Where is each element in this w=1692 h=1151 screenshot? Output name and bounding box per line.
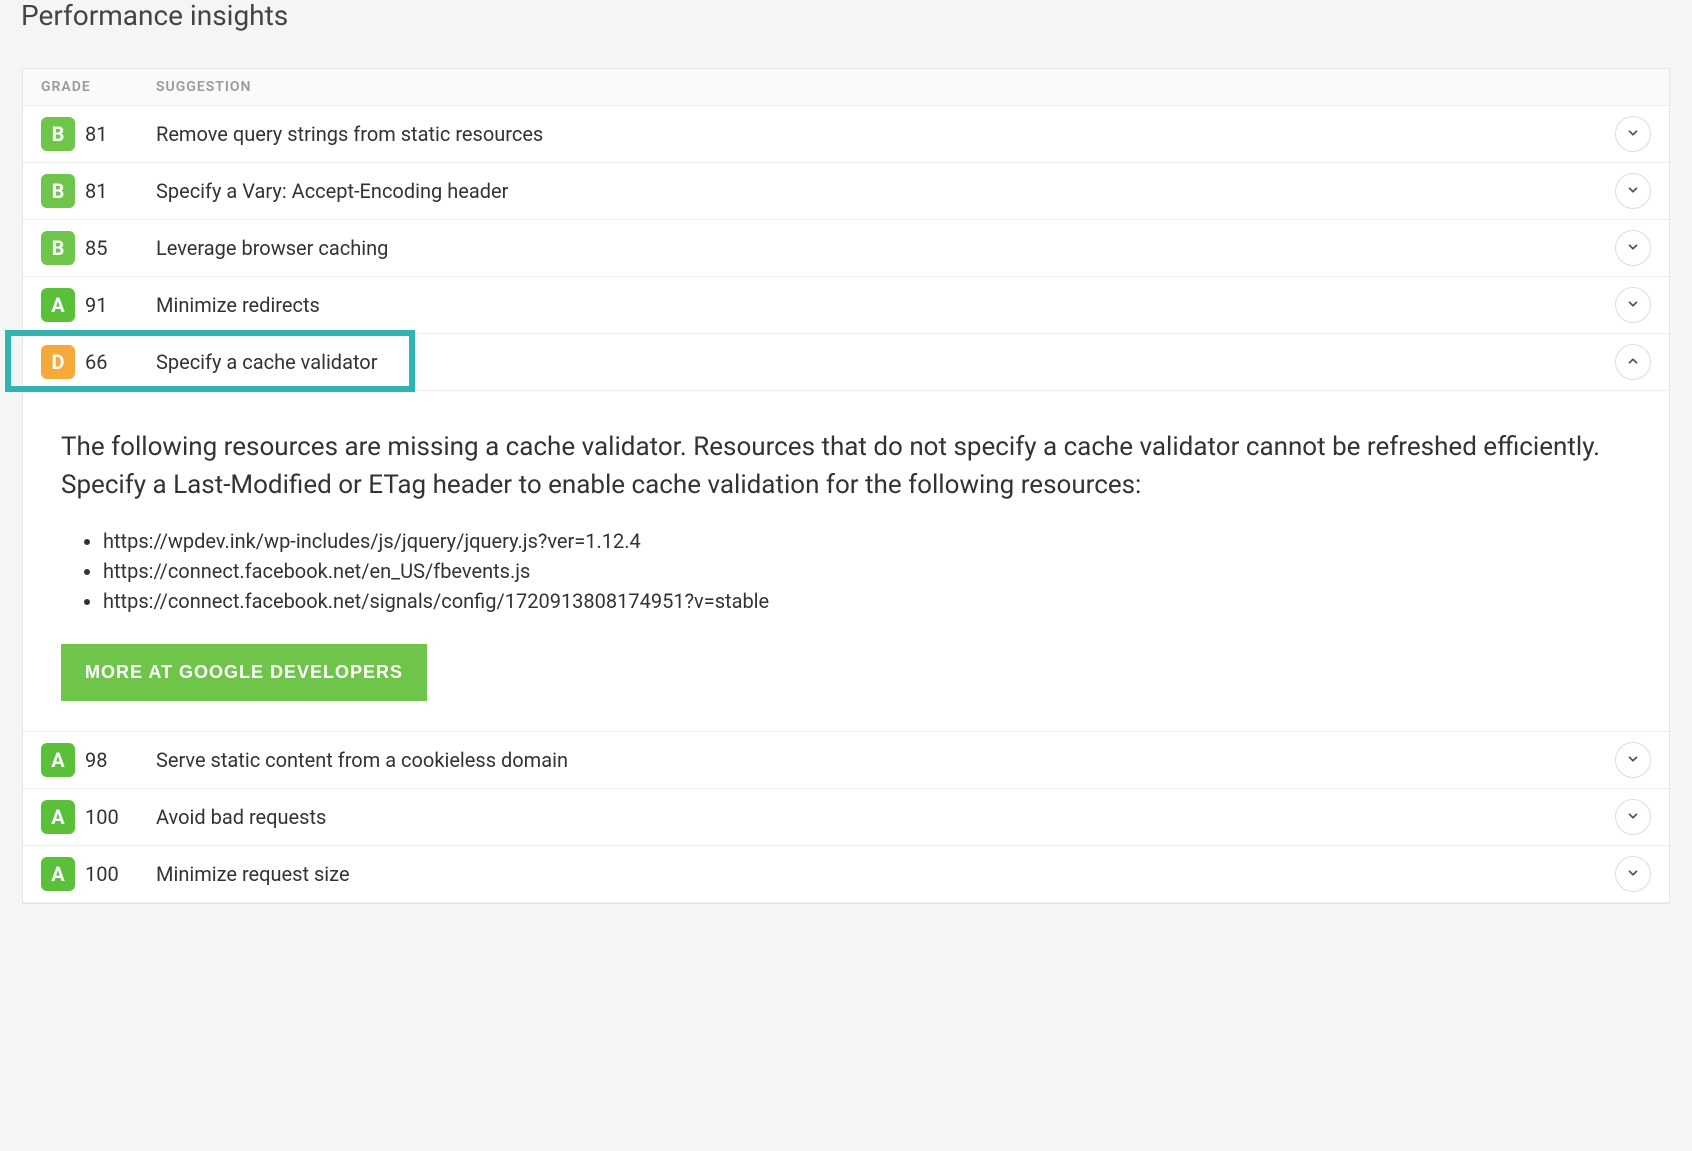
collapse-button[interactable] bbox=[1615, 344, 1651, 380]
suggestion-text: Specify a cache validator bbox=[156, 350, 378, 374]
header-suggestion: SUGGESTION bbox=[156, 79, 1607, 95]
table-row[interactable]: B 81 Remove query strings from static reso… bbox=[23, 106, 1669, 163]
suggestion-text: Leverage browser caching bbox=[156, 236, 388, 260]
expand-button[interactable] bbox=[1615, 287, 1651, 323]
grade-score: 91 bbox=[85, 293, 125, 317]
header-grade: GRADE bbox=[41, 79, 156, 95]
expand-button[interactable] bbox=[1615, 173, 1651, 209]
expand-button[interactable] bbox=[1615, 116, 1651, 152]
chevron-up-icon bbox=[1626, 354, 1640, 371]
expand-button[interactable] bbox=[1615, 742, 1651, 778]
grade-score: 81 bbox=[85, 122, 125, 146]
suggestion-text: Specify a Vary: Accept-Encoding header bbox=[156, 179, 508, 203]
suggestion-text: Avoid bad requests bbox=[156, 805, 326, 829]
chevron-down-icon bbox=[1626, 866, 1640, 883]
grade-badge: A bbox=[41, 743, 75, 777]
table-row[interactable]: A 91 Minimize redirects bbox=[23, 277, 1669, 334]
table-header: GRADE SUGGESTION bbox=[23, 69, 1669, 106]
suggestion-text: Minimize request size bbox=[156, 862, 350, 886]
grade-badge: A bbox=[41, 800, 75, 834]
grade-score: 98 bbox=[85, 748, 125, 772]
grade-badge: B bbox=[41, 231, 75, 265]
grade-badge: A bbox=[41, 857, 75, 891]
suggestion-text: Remove query strings from static resourc… bbox=[156, 122, 543, 146]
suggestion-text: Serve static content from a cookieless d… bbox=[156, 748, 568, 772]
grade-score: 100 bbox=[85, 805, 125, 829]
chevron-down-icon bbox=[1626, 809, 1640, 826]
suggestion-text: Minimize redirects bbox=[156, 293, 320, 317]
insights-panel: GRADE SUGGESTION B 81 Remove query strings… bbox=[22, 68, 1670, 904]
chevron-down-icon bbox=[1626, 183, 1640, 200]
table-row[interactable]: B 85 Leverage browser caching bbox=[23, 220, 1669, 277]
panel-title: Performance insights bbox=[0, 0, 1692, 50]
more-at-google-developers-button[interactable]: MORE AT GOOGLE DEVELOPERS bbox=[61, 644, 427, 701]
list-item: https://connect.facebook.net/en_US/fbeve… bbox=[103, 556, 1631, 586]
list-item: https://connect.facebook.net/signals/con… bbox=[103, 586, 1631, 616]
chevron-down-icon bbox=[1626, 752, 1640, 769]
table-row[interactable]: D 66 Specify a cache validator bbox=[23, 334, 1669, 391]
expand-button[interactable] bbox=[1615, 856, 1651, 892]
expand-button[interactable] bbox=[1615, 230, 1651, 266]
chevron-down-icon bbox=[1626, 297, 1640, 314]
chevron-down-icon bbox=[1626, 126, 1640, 143]
table-row[interactable]: A 100 Minimize request size bbox=[23, 846, 1669, 903]
table-row[interactable]: A 100 Avoid bad requests bbox=[23, 789, 1669, 846]
table-row[interactable]: B 81 Specify a Vary: Accept-Encoding heade… bbox=[23, 163, 1669, 220]
details-description: The following resources are missing a ca… bbox=[61, 429, 1631, 504]
grade-score: 66 bbox=[85, 350, 125, 374]
list-item: https://wpdev.ink/wp-includes/js/jquery/… bbox=[103, 526, 1631, 556]
grade-score: 100 bbox=[85, 862, 125, 886]
chevron-down-icon bbox=[1626, 240, 1640, 257]
details-panel: The following resources are missing a ca… bbox=[23, 391, 1669, 732]
grade-score: 85 bbox=[85, 236, 125, 260]
grade-badge: B bbox=[41, 117, 75, 151]
grade-badge: D bbox=[41, 345, 75, 379]
table-row[interactable]: A 98 Serve static content from a cookieles… bbox=[23, 732, 1669, 789]
resource-list: https://wpdev.ink/wp-includes/js/jquery/… bbox=[61, 526, 1631, 616]
grade-badge: B bbox=[41, 174, 75, 208]
grade-score: 81 bbox=[85, 179, 125, 203]
grade-badge: A bbox=[41, 288, 75, 322]
expand-button[interactable] bbox=[1615, 799, 1651, 835]
